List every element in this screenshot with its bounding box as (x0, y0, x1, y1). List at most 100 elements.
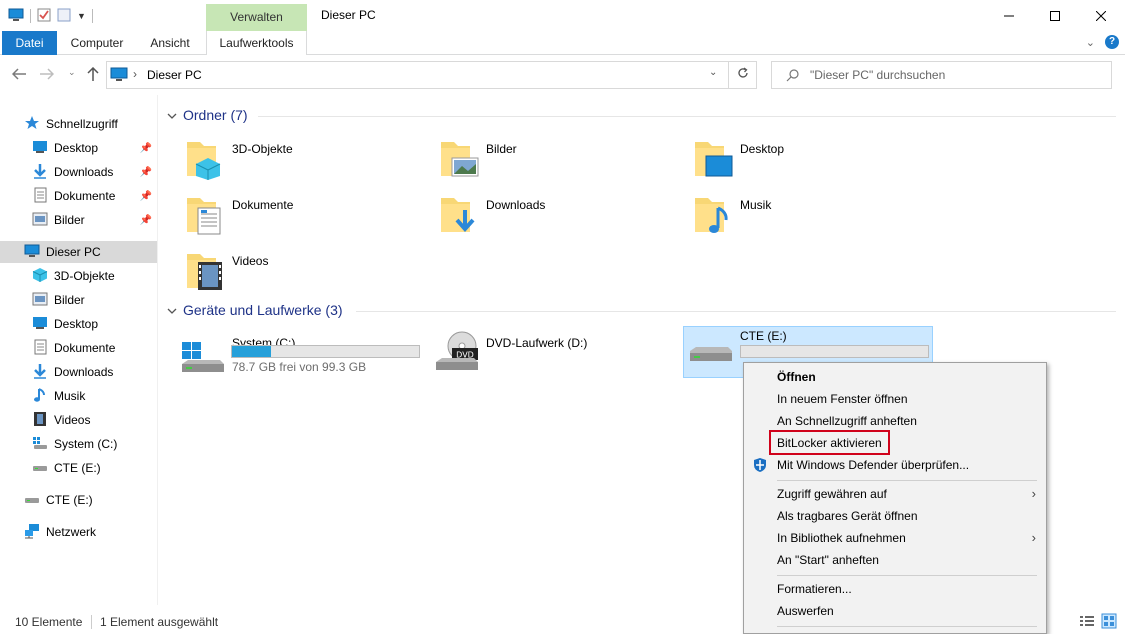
breadcrumb-separator: › (133, 67, 137, 81)
sidebar-item-desktop[interactable]: Desktop (32, 313, 98, 335)
sidebar-item-dokumente-quick[interactable]: Dokumente 📌 (32, 185, 156, 207)
address-dropdown-icon[interactable]: ⌄ (709, 67, 717, 78)
qat-dropdown-icon[interactable]: ▼ (77, 11, 86, 21)
search-box[interactable] (771, 61, 1112, 89)
navigation-bar: ⌄ › Dieser PC ⌄ (0, 55, 1125, 95)
pictures-icon (32, 212, 48, 229)
navigation-pane: Schnellzugriff Desktop 📌 Downloads 📌 Dok… (0, 95, 158, 605)
sidebar-item-schnellzugriff[interactable]: Schnellzugriff (24, 113, 118, 135)
sidebar-item-cte-e-root[interactable]: CTE (E:) (24, 489, 93, 511)
menu-item-oeffnen[interactable]: Öffnen (744, 366, 1046, 388)
sidebar-item-dokumente[interactable]: Dokumente (32, 337, 115, 359)
selection-count: 1 Element ausgewählt (100, 615, 219, 629)
sidebar-item-downloads-quick[interactable]: Downloads 📌 (32, 161, 156, 183)
maximize-button[interactable] (1032, 0, 1078, 31)
sidebar-item-dieser-pc[interactable]: Dieser PC (0, 241, 157, 263)
sidebar-item-label: Downloads (54, 165, 114, 179)
document-icon (32, 339, 48, 358)
close-button[interactable] (1078, 0, 1124, 31)
menu-item-format[interactable]: Formatieren... (744, 578, 1046, 600)
pin-icon[interactable]: 📌 (140, 167, 152, 178)
folder-label: Bilder (486, 142, 517, 156)
folder-label: Videos (232, 254, 269, 268)
folder-downloads[interactable]: Downloads (440, 192, 545, 236)
highlight-box (769, 430, 890, 455)
computer-icon[interactable] (8, 8, 24, 25)
address-bar[interactable]: › Dieser PC ⌄ (106, 61, 729, 89)
search-input[interactable] (810, 67, 1100, 83)
cube-icon (32, 267, 48, 286)
expand-ribbon-icon[interactable]: ⌄ (1086, 36, 1095, 49)
refresh-button[interactable] (729, 61, 757, 89)
sidebar-item-label: Dokumente (54, 341, 116, 355)
menu-item-defender-scan[interactable]: Mit Windows Defender überprüfen... (744, 454, 1046, 476)
download-arrow-icon (32, 163, 48, 182)
folder-desktop[interactable]: Desktop (694, 136, 784, 180)
qat-divider (30, 9, 31, 23)
menu-item-include-library[interactable]: In Bibliothek aufnehmen › (744, 527, 1046, 549)
minimize-button[interactable] (986, 0, 1032, 31)
menu-item-new-window[interactable]: In neuem Fenster öffnen (744, 388, 1046, 410)
devices-group-header[interactable]: Geräte und Laufwerke (3) (167, 302, 343, 318)
details-view-icon[interactable] (1079, 614, 1095, 631)
sidebar-item-bilder[interactable]: Bilder (32, 289, 85, 311)
tab-computer[interactable]: Computer (62, 31, 132, 55)
sidebar-item-cte-e[interactable]: CTE (E:) (32, 457, 101, 479)
breadcrumb-this-pc[interactable]: Dieser PC (147, 68, 202, 82)
defender-shield-icon (752, 457, 768, 480)
this-pc-icon (110, 67, 128, 86)
drive-system-c[interactable]: System (C:) 78.7 GB frei von 99.3 GB (180, 336, 426, 380)
sidebar-item-system-c[interactable]: System (C:) (32, 433, 117, 455)
sidebar-item-label: CTE (E:) (46, 493, 93, 507)
forward-arrow-icon[interactable] (40, 67, 55, 83)
desktop-icon (32, 140, 48, 157)
sidebar-item-label: System (C:) (54, 437, 118, 451)
ribbon-controls: ⌄ ? (1086, 35, 1119, 49)
chevron-right-icon: › (1031, 530, 1036, 545)
folder-3d-objekte[interactable]: 3D-Objekte (186, 136, 293, 180)
sidebar-item-musik[interactable]: Musik (32, 385, 85, 407)
menu-item-portable-device[interactable]: Als tragbares Gerät öffnen (744, 505, 1046, 527)
sidebar-item-label: Desktop (54, 141, 99, 155)
folder-dokumente[interactable]: Dokumente (186, 192, 293, 236)
drive-dvd-d[interactable]: DVD DVD-Laufwerk (D:) (434, 330, 674, 374)
menu-item-pin-quick-access[interactable]: An Schnellzugriff anheften (744, 410, 1046, 432)
folder-desktop-icon (695, 142, 733, 177)
tab-ansicht[interactable]: Ansicht (137, 31, 203, 55)
folder-musik[interactable]: Musik (694, 192, 771, 236)
help-icon[interactable]: ? (1105, 35, 1119, 49)
sidebar-item-netzwerk[interactable]: Netzwerk (24, 521, 96, 543)
sidebar-item-label: CTE (E:) (54, 461, 101, 475)
sidebar-item-desktop-quick[interactable]: Desktop 📌 (32, 137, 156, 159)
sidebar-item-videos[interactable]: Videos (32, 409, 90, 431)
drive-usage-bar (231, 345, 420, 358)
back-arrow-icon[interactable] (11, 67, 26, 83)
tab-laufwerktools[interactable]: Laufwerktools (206, 31, 307, 55)
properties-icon[interactable] (37, 8, 51, 25)
quick-access-toolbar: ▼ (8, 6, 93, 26)
pin-icon[interactable]: 📌 (140, 215, 152, 226)
sidebar-item-label: Netzwerk (46, 525, 97, 539)
sidebar-item-label: Videos (54, 413, 91, 427)
folder-videos[interactable]: Videos (186, 248, 268, 292)
drive-icon (24, 492, 40, 509)
menu-item-pin-start[interactable]: An "Start" anheften (744, 549, 1046, 571)
folder-bilder[interactable]: Bilder (440, 136, 517, 180)
recent-dropdown-icon[interactable]: ⌄ (68, 67, 76, 78)
up-arrow-icon[interactable] (87, 66, 99, 84)
sidebar-item-3d-objekte[interactable]: 3D-Objekte (32, 265, 115, 287)
window-title: Dieser PC (321, 8, 376, 22)
folder-documents-icon (187, 198, 221, 235)
pin-icon[interactable]: 📌 (140, 191, 152, 202)
new-folder-icon[interactable] (57, 8, 71, 25)
desktop-icon (32, 316, 48, 333)
sidebar-item-downloads[interactable]: Downloads (32, 361, 113, 383)
large-icons-view-icon[interactable] (1101, 613, 1117, 632)
menu-item-grant-access[interactable]: Zugriff gewähren auf › (744, 483, 1046, 505)
sidebar-item-bilder-quick[interactable]: Bilder 📌 (32, 209, 156, 231)
group-title: Geräte und Laufwerke (3) (183, 302, 343, 318)
pin-icon[interactable]: 📌 (140, 143, 152, 154)
folders-group-header[interactable]: Ordner (7) (167, 107, 248, 123)
tab-datei[interactable]: Datei (2, 31, 57, 55)
item-count: 10 Elemente (15, 615, 83, 629)
